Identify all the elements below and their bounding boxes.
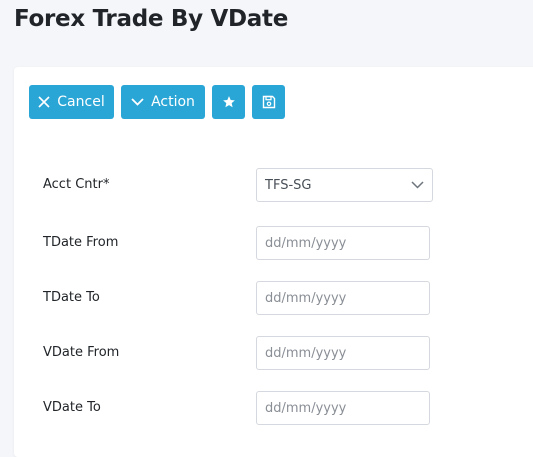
tdate-to-input[interactable] (256, 281, 430, 315)
vdate-to-row: VDate To (43, 391, 463, 425)
close-icon (38, 96, 50, 108)
tdate-to-row: TDate To (43, 281, 463, 315)
acct-cntr-value: TFS-SG (265, 177, 312, 193)
page-title: Forex Trade By VDate (14, 6, 288, 32)
tdate-to-label: TDate To (43, 290, 100, 305)
vdate-from-label: VDate From (43, 345, 120, 360)
vdate-from-input[interactable] (256, 336, 430, 370)
vdate-from-row: VDate From (43, 336, 463, 370)
acct-cntr-select[interactable]: TFS-SG (256, 168, 433, 202)
save-icon (262, 95, 276, 109)
favorite-button[interactable] (212, 85, 245, 119)
chevron-down-icon (131, 98, 144, 106)
action-button-label: Action (151, 94, 195, 110)
form-card: Cancel Action Acct Cntr* TFS-SG TDate Fr… (14, 67, 533, 457)
save-button[interactable] (252, 85, 285, 119)
tdate-from-row: TDate From (43, 226, 463, 260)
toolbar: Cancel Action (29, 85, 285, 119)
vdate-to-input[interactable] (256, 391, 430, 425)
chevron-down-icon (411, 178, 424, 193)
star-icon (222, 95, 236, 109)
vdate-to-label: VDate To (43, 400, 101, 415)
tdate-from-input[interactable] (256, 226, 430, 260)
cancel-button[interactable]: Cancel (29, 85, 114, 119)
acct-cntr-row: Acct Cntr* TFS-SG (43, 168, 463, 202)
action-dropdown-button[interactable]: Action (121, 85, 205, 119)
acct-cntr-label: Acct Cntr* (43, 177, 110, 192)
tdate-from-label: TDate From (43, 235, 119, 250)
cancel-button-label: Cancel (57, 94, 105, 110)
